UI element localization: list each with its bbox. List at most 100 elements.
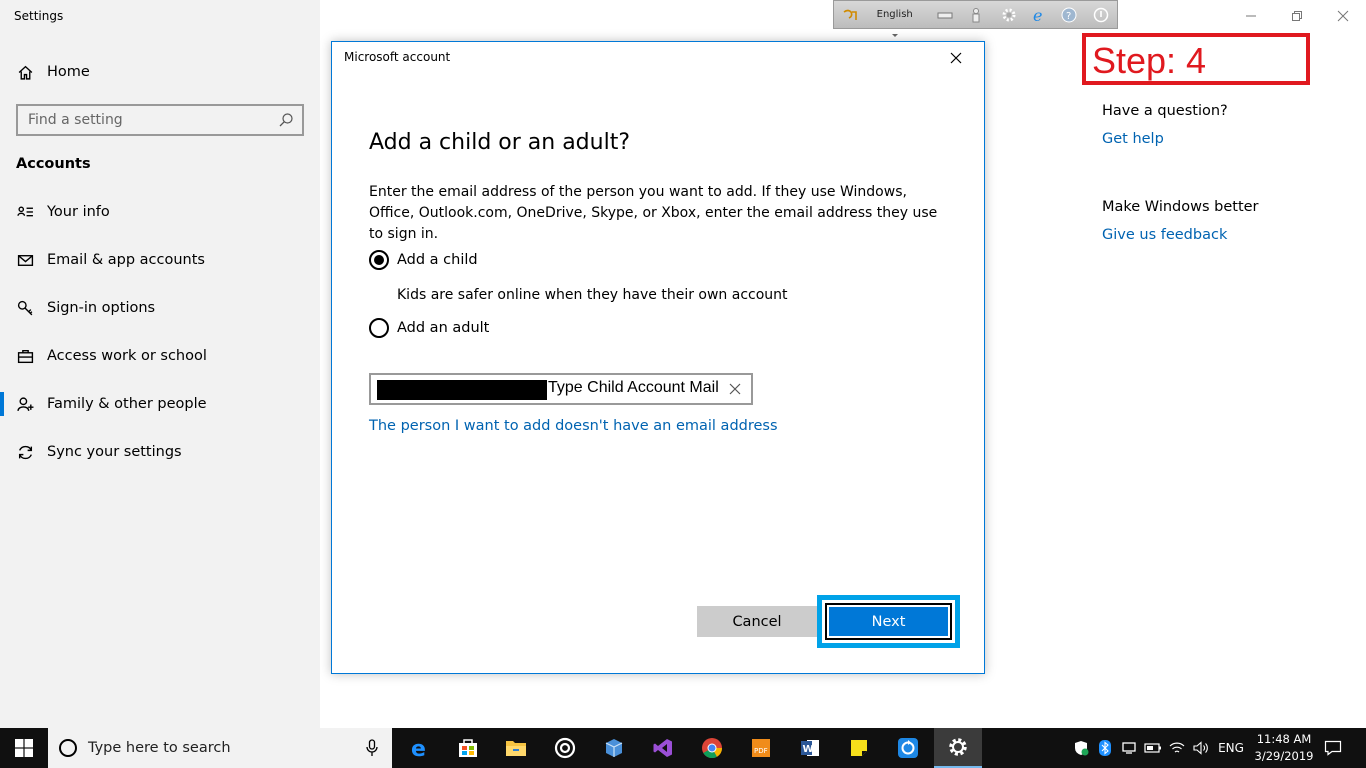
network-device-icon[interactable]	[1118, 728, 1140, 768]
sidebar-item-access-work-school[interactable]: Access work or school	[0, 336, 320, 376]
sidebar-item-family-other-people[interactable]: Family & other people	[0, 384, 320, 424]
add-child-label: Add a child	[397, 252, 478, 268]
sidebar-item-sync-settings[interactable]: Sync your settings	[0, 432, 320, 472]
restore-icon	[1292, 11, 1302, 21]
app-title: Settings	[14, 9, 64, 23]
key-icon	[15, 298, 35, 318]
clock-time: 11:48 AM	[1256, 732, 1312, 746]
pdf-app[interactable]: PDF	[737, 728, 785, 768]
system-clock[interactable]: 11:48 AM 3/29/2019	[1252, 731, 1316, 765]
microphone-icon[interactable]	[366, 739, 378, 761]
add-adult-option[interactable]: Add an adult	[369, 318, 489, 338]
svg-text:PDF: PDF	[754, 747, 768, 755]
minimize-icon	[1246, 15, 1256, 17]
svg-text:e: e	[1033, 7, 1042, 23]
redacted-email-block	[377, 380, 547, 400]
volume-icon[interactable]	[1190, 728, 1212, 768]
battery-icon[interactable]	[1142, 728, 1164, 768]
info-icon[interactable]	[1084, 1, 1117, 28]
help-icon[interactable]: ?	[1054, 1, 1085, 28]
3d-app[interactable]	[590, 728, 638, 768]
child-option-note: Kids are safer online when they have the…	[397, 287, 788, 303]
section-title: Accounts	[16, 156, 91, 172]
keyboard-icon[interactable]	[931, 1, 960, 28]
add-child-option[interactable]: Add a child	[369, 250, 478, 270]
groove-music-app[interactable]	[541, 728, 589, 768]
mascot-icon[interactable]	[960, 1, 993, 28]
word-icon: W	[801, 740, 819, 756]
find-setting-search[interactable]	[16, 104, 304, 136]
settings-sidebar: Settings Home Accounts Your info Email &…	[0, 0, 320, 728]
home-icon	[15, 62, 35, 82]
cortana-icon	[59, 739, 77, 757]
taskbar: Type here to search e PDF W ENG 11:48 AM…	[0, 728, 1366, 768]
ime-logo-icon[interactable]	[834, 1, 867, 28]
gear-icon[interactable]	[992, 1, 1025, 28]
input-language-indicator[interactable]: ENG	[1214, 728, 1248, 768]
store-icon	[459, 739, 477, 757]
security-tray-icon[interactable]	[1070, 728, 1092, 768]
minimize-button[interactable]	[1228, 0, 1274, 32]
help-question-heading: Have a question?	[1102, 103, 1228, 119]
internet-explorer-icon[interactable]: e	[1025, 1, 1054, 28]
no-email-address-link[interactable]: The person I want to add doesn't have an…	[369, 418, 778, 434]
dialog-title: Microsoft account	[344, 50, 451, 64]
cancel-button[interactable]: Cancel	[697, 606, 817, 637]
close-icon	[1337, 10, 1349, 22]
sidebar-item-email-app-accounts[interactable]: Email & app accounts	[0, 240, 320, 280]
edge-app[interactable]: e	[396, 728, 444, 768]
give-feedback-link[interactable]: Give us feedback	[1102, 227, 1227, 243]
nav-home-label: Home	[47, 64, 90, 80]
svg-text:W: W	[803, 744, 814, 755]
taskbar-search-placeholder: Type here to search	[88, 740, 231, 756]
language-toolbar: English e ?	[833, 0, 1118, 37]
windows-logo-icon	[15, 739, 33, 757]
dialog-heading: Add a child or an adult?	[369, 130, 631, 155]
chrome-app[interactable]	[688, 728, 736, 768]
clear-input-icon[interactable]	[727, 381, 743, 397]
add-child-radio[interactable]	[369, 250, 389, 270]
get-help-link[interactable]: Get help	[1102, 131, 1164, 147]
email-input[interactable]: Type Child Account Mail	[369, 373, 753, 405]
chrome-icon	[702, 738, 723, 759]
add-adult-radio[interactable]	[369, 318, 389, 338]
find-setting-input[interactable]	[28, 112, 268, 128]
sidebar-item-sign-in-options[interactable]: Sign-in options	[0, 288, 320, 328]
sidebar-item-label: Access work or school	[47, 348, 207, 364]
store-app[interactable]	[444, 728, 492, 768]
nav-home[interactable]: Home	[0, 52, 320, 92]
start-button[interactable]	[0, 728, 48, 768]
visual-studio-icon	[653, 739, 672, 757]
taskbar-search-box[interactable]: Type here to search	[48, 728, 392, 768]
step-label: Step: 4	[1092, 40, 1207, 81]
language-selector[interactable]: English	[867, 1, 923, 37]
email-input-value: Type Child Account Mail	[548, 379, 719, 396]
close-icon	[950, 52, 962, 64]
sync-app[interactable]	[884, 728, 932, 768]
sync-icon	[15, 442, 35, 462]
dialog-description: Enter the email address of the person yo…	[369, 184, 938, 242]
settings-app[interactable]	[934, 728, 982, 768]
word-app[interactable]: W	[786, 728, 834, 768]
svg-text:e: e	[411, 737, 426, 759]
sidebar-item-your-info[interactable]: Your info	[0, 192, 320, 232]
visual-studio-app[interactable]	[639, 728, 687, 768]
briefcase-icon	[15, 346, 35, 366]
dialog-close-button[interactable]	[936, 46, 976, 70]
search-icon[interactable]	[278, 112, 294, 128]
action-center-button[interactable]	[1320, 728, 1346, 768]
bluetooth-icon[interactable]	[1096, 728, 1114, 768]
pdf-icon: PDF	[752, 739, 770, 757]
sidebar-item-label: Family & other people	[47, 396, 207, 412]
wifi-icon[interactable]	[1166, 728, 1188, 768]
close-window-button[interactable]	[1320, 0, 1366, 32]
restore-button[interactable]	[1274, 0, 1320, 32]
step-annotation: Step: 4	[1082, 33, 1310, 85]
next-button[interactable]: Next	[825, 603, 952, 640]
settings-gear-icon	[949, 738, 967, 756]
file-explorer-app[interactable]	[492, 728, 540, 768]
sidebar-item-label: Email & app accounts	[47, 252, 205, 268]
sticky-notes-app[interactable]	[835, 728, 883, 768]
cube-icon	[605, 739, 623, 757]
sticky-note-icon	[851, 740, 867, 756]
